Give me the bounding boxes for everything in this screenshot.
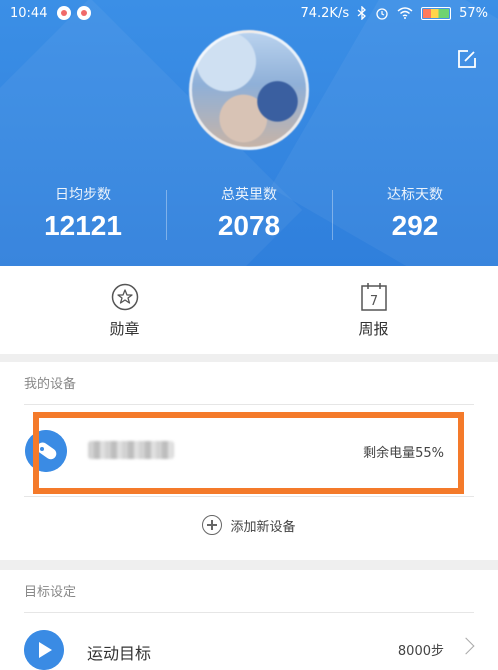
stat-value: 2078 — [217, 210, 281, 241]
play-icon — [24, 630, 64, 670]
my-devices-section: 我的设备 剩余电量55% 添加新设备 — [0, 362, 498, 560]
network-speed: 74.2K/s — [300, 5, 350, 21]
notification-icon — [57, 6, 72, 20]
weekly-report-button[interactable]: 7 周报 — [249, 266, 498, 354]
edit-profile-icon[interactable] — [456, 48, 478, 70]
medals-button[interactable]: 勋章 — [0, 266, 249, 354]
calendar-icon: 7 — [360, 282, 387, 311]
divider — [24, 404, 474, 405]
bluetooth-icon — [357, 6, 367, 20]
stat-goal-days: 达标天数 292 — [332, 180, 498, 250]
weekly-report-label: 周报 — [358, 319, 389, 338]
section-title: 目标设定 — [24, 585, 77, 600]
stat-value: 12121 — [44, 210, 122, 241]
battery-icon — [421, 6, 452, 20]
goal-settings-section: 目标设定 运动目标 8000步 — [0, 570, 498, 670]
wifi-icon — [397, 7, 413, 19]
alarm-icon — [376, 8, 388, 20]
divider — [24, 612, 474, 613]
medal-icon — [111, 283, 138, 310]
add-device-label: 添加新设备 — [230, 519, 296, 535]
stat-label: 日均步数 — [55, 187, 111, 203]
section-title: 我的设备 — [24, 377, 77, 392]
stat-label: 达标天数 — [387, 187, 443, 203]
exercise-goal-row[interactable]: 运动目标 8000步 — [0, 624, 498, 670]
divider — [24, 496, 474, 497]
stat-value: 292 — [391, 210, 439, 241]
stat-total-miles: 总英里数 2078 — [166, 180, 332, 250]
stat-label: 总英里数 — [221, 187, 277, 203]
goal-label: 运动目标 — [87, 644, 152, 663]
add-device-button[interactable]: 添加新设备 — [0, 512, 498, 538]
battery-percent: 57% — [459, 5, 488, 21]
highlight-annotation — [33, 412, 464, 494]
notification-icon — [77, 6, 92, 20]
quick-entries: 勋章 7 周报 — [0, 266, 498, 354]
chevron-right-icon — [457, 637, 475, 655]
goal-value: 8000步 — [397, 644, 444, 659]
profile-header: 10:44 74.2K/s 57% 日均步数 12121 总英里数 2078 达… — [0, 0, 498, 266]
status-bar: 10:44 74.2K/s 57% — [0, 0, 498, 26]
user-avatar[interactable] — [189, 30, 309, 150]
plus-icon — [202, 515, 223, 535]
stats-row: 日均步数 12121 总英里数 2078 达标天数 292 — [0, 180, 498, 250]
status-time: 10:44 — [10, 5, 48, 21]
medals-label: 勋章 — [109, 319, 140, 338]
stat-average-steps: 日均步数 12121 — [0, 180, 166, 250]
calendar-day: 7 — [369, 294, 377, 309]
